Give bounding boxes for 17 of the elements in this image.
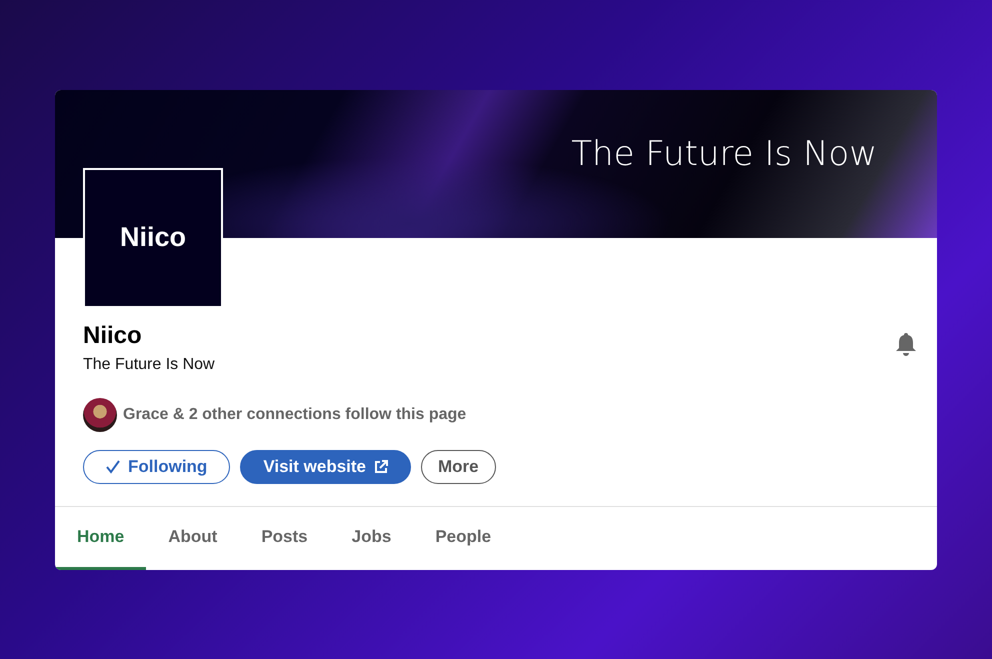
avatar bbox=[83, 398, 117, 432]
following-button[interactable]: Following bbox=[83, 450, 230, 484]
check-icon bbox=[106, 460, 120, 474]
company-logo: Niico bbox=[83, 168, 223, 308]
external-link-icon bbox=[374, 460, 388, 474]
company-tagline: The Future Is Now bbox=[83, 356, 215, 374]
visit-website-button[interactable]: Visit website bbox=[240, 450, 412, 484]
nav-tab[interactable]: People bbox=[413, 506, 514, 570]
nav-tab[interactable]: Home bbox=[55, 506, 146, 570]
nav-tab[interactable]: Jobs bbox=[330, 506, 414, 570]
nav-tab[interactable]: About bbox=[146, 506, 240, 570]
nav-tab[interactable]: Posts bbox=[239, 506, 330, 570]
connections-text: Grace & 2 other connections follow this page bbox=[123, 406, 466, 424]
bell-icon[interactable] bbox=[895, 332, 917, 356]
banner-headline: The Future Is Now bbox=[571, 134, 877, 174]
company-name: Niico bbox=[83, 322, 142, 350]
more-button[interactable]: More bbox=[421, 450, 496, 484]
